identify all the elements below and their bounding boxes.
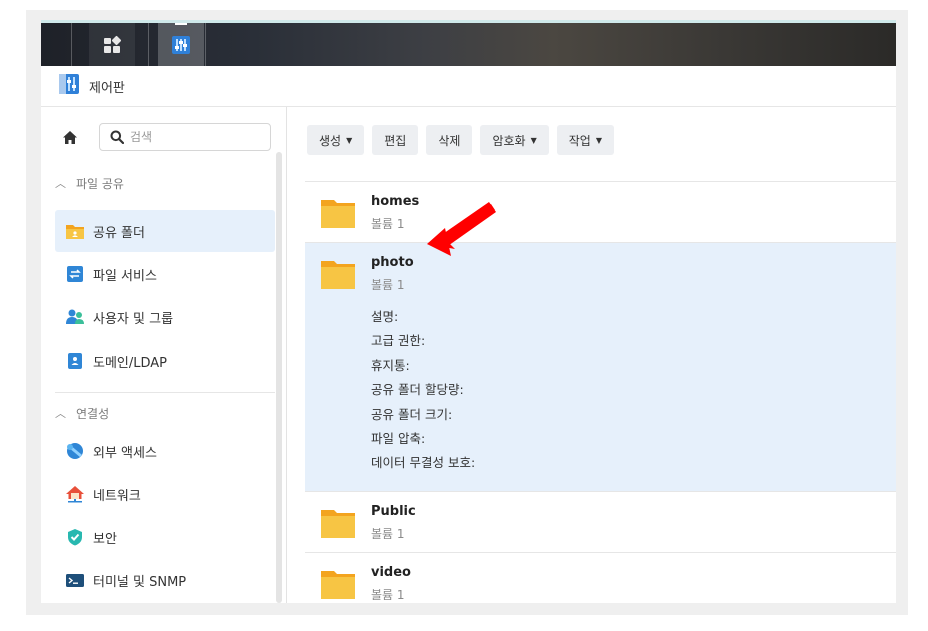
encryption-button[interactable]: 암호화 ▼ [480,125,549,155]
dsm-window: 제어판 ︿ 파일 공유 [41,20,896,603]
sidebar-item-external-access[interactable]: 외부 액세스 [55,430,275,472]
folder-name: homes [371,194,420,209]
home-icon [63,130,77,144]
edit-button[interactable]: 편집 [372,125,419,155]
search-box[interactable] [99,123,271,151]
main-menu-button[interactable] [89,23,135,66]
sidebar-item-label: 도메인/LDAP [93,355,168,371]
user-group-icon [65,308,85,326]
detail-size: 공유 폴더 크기: [371,406,453,422]
toolbar: 생성 ▼ 편집 삭제 암호화 ▼ 작업 ▼ [307,125,614,155]
domain-ldap-icon [65,352,85,370]
annotation-arrow-icon [427,202,496,256]
detail-quota: 공유 폴더 할당량: [371,382,464,398]
control-panel-icon [172,35,190,54]
caret-down-icon: ▼ [530,135,537,145]
taskbar-divider [148,23,149,66]
sidebar-item-user-group[interactable]: 사용자 및 그룹 [55,296,275,338]
create-button[interactable]: 생성 ▼ [307,125,365,155]
taskbar [41,20,896,66]
sidebar-item-label: 외부 액세스 [93,445,157,461]
caret-down-icon: ▼ [346,135,353,145]
folder-icon [321,198,355,232]
sidebar-divider [55,392,275,393]
shield-icon [65,528,85,546]
detail-description: 설명: [371,309,399,324]
main-content: 생성 ▼ 편집 삭제 암호화 ▼ 작업 ▼ homes 볼륨 1 photo 볼… [288,107,896,603]
taskbar-divider [71,23,72,66]
section-label: 파일 공유 [76,176,124,191]
terminal-icon [65,571,85,589]
sidebar-item-file-services[interactable]: 파일 서비스 [55,253,275,295]
chevron-up-icon: ︿ [55,407,66,420]
folder-row-homes[interactable]: homes 볼륨 1 [305,182,896,243]
sidebar-item-label: 보안 [93,531,117,547]
folder-volume: 볼륨 1 [371,588,405,602]
sidebar-item-network[interactable]: 네트워크 [55,473,275,515]
shared-folder-icon [65,222,85,240]
main-menu-icon [104,35,122,53]
control-panel-taskbar-button[interactable] [158,23,204,66]
folder-icon [321,508,355,542]
taskbar-divider [205,23,206,66]
sidebar-item-label: 터미널 및 SNMP [93,574,187,590]
chevron-up-icon: ︿ [55,177,66,190]
external-access-icon [65,442,85,460]
button-label: 삭제 [438,133,461,148]
folder-row-video[interactable]: video 볼륨 1 [305,553,896,603]
folder-volume: 볼륨 1 [371,527,405,541]
search-input[interactable] [130,130,260,144]
delete-button[interactable]: 삭제 [426,125,473,155]
button-label: 편집 [384,133,407,148]
folder-icon [321,259,355,293]
search-icon [110,130,124,144]
folder-row-public[interactable]: Public 볼륨 1 [305,492,896,553]
sidebar-item-terminal-snmp[interactable]: 터미널 및 SNMP [55,559,275,601]
folder-details: 설명: 고급 권한: 휴지통: 공유 폴더 할당량: 공유 폴더 크기: 파일 … [371,305,475,476]
home-button[interactable] [55,123,85,151]
sidebar-item-label: 파일 서비스 [93,268,157,284]
action-button[interactable]: 작업 ▼ [556,125,614,155]
sidebar-scrollbar[interactable] [276,152,282,603]
sidebar-item-security[interactable]: 보안 [55,516,275,558]
sidebar-item-label: 사용자 및 그룹 [93,311,174,327]
folder-volume: 볼륨 1 [371,278,405,292]
sidebar-item-label: 네트워크 [93,488,141,504]
detail-recycle-bin: 휴지통: [371,357,410,373]
folder-name: Public [371,504,416,519]
section-label: 연결성 [76,406,110,421]
button-label: 작업 [568,133,591,148]
section-connectivity[interactable]: ︿ 연결성 [55,402,109,424]
folder-row-photo[interactable]: photo 볼륨 1 설명: 고급 권한: 휴지통: 공유 폴더 할당량: 공유… [305,243,896,492]
sidebar: ︿ 파일 공유 공유 폴더 파일 서비스 [41,107,287,603]
network-icon [65,485,85,503]
folder-icon [321,569,355,603]
control-panel-icon [58,73,80,99]
folder-name: photo [371,255,414,270]
detail-compression: 파일 압축: [371,430,426,446]
caret-down-icon: ▼ [595,135,602,145]
sidebar-item-label: 공유 폴더 [93,225,145,241]
folder-name: video [371,565,411,580]
file-services-icon [65,265,85,283]
button-label: 암호화 [492,133,526,148]
section-file-sharing[interactable]: ︿ 파일 공유 [55,172,124,194]
detail-data-integrity: 데이터 무결성 보호: [371,455,476,471]
button-label: 생성 [319,133,342,148]
detail-advanced-permissions: 고급 권한: [371,333,426,349]
sidebar-item-domain-ldap[interactable]: 도메인/LDAP [55,340,275,382]
window-title: 제어판 [89,80,125,96]
sidebar-item-shared-folder[interactable]: 공유 폴더 [55,210,275,252]
folder-volume: 볼륨 1 [371,217,405,231]
window-titlebar: 제어판 [41,66,896,107]
